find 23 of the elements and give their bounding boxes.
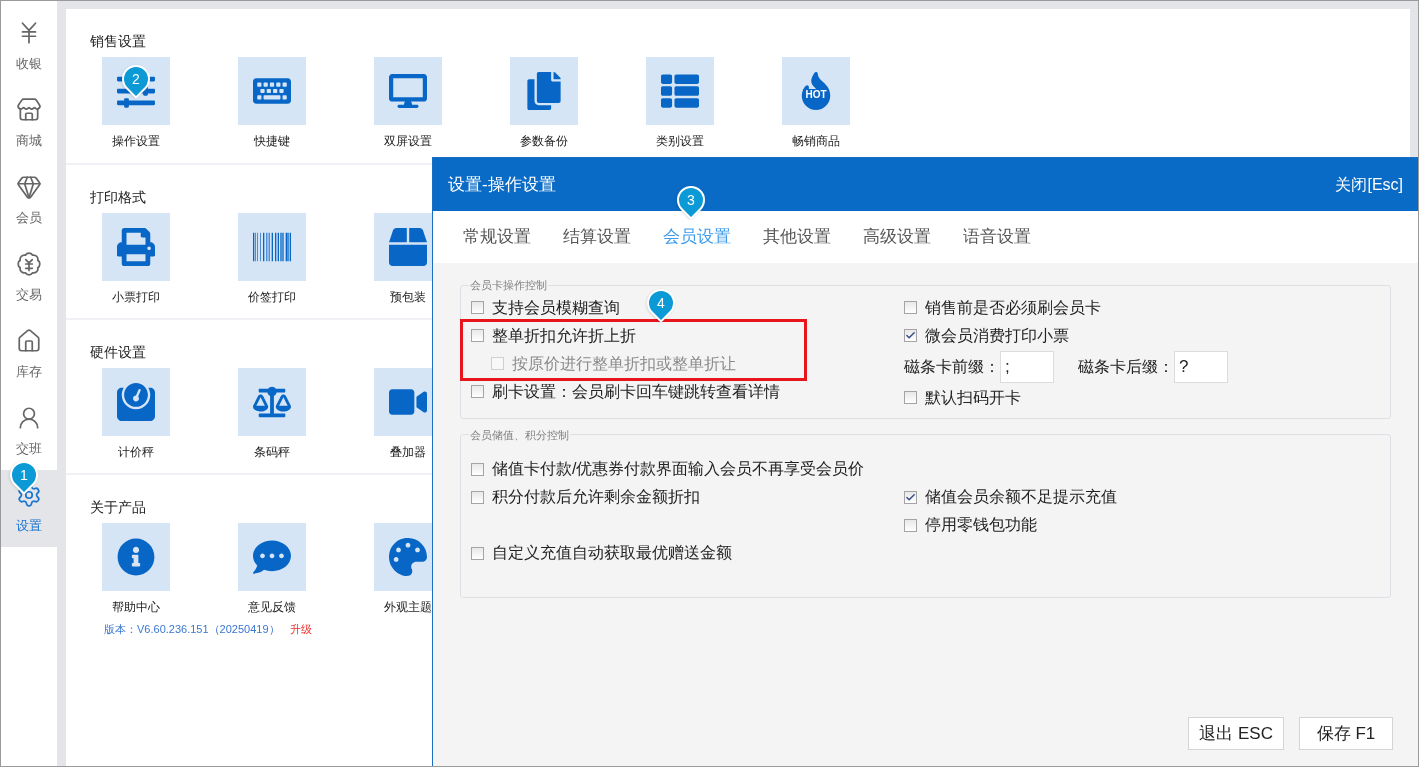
option-label: 积分付款后允许剩余金额折扣 [492,487,700,507]
section-title: 销售设置 [90,32,146,51]
hot-label: HOT [803,89,829,101]
option-label: 停用零钱包功能 [925,515,1037,535]
option-label: 支持会员模糊查询 [492,297,620,318]
option-label: 整单折扣允许折上折 [492,325,636,346]
option-label: 储值卡付款/优惠券付款界面输入会员不再享受会员价 [492,459,865,479]
option-label: 默认扫码开卡 [925,387,1021,408]
option-label: 销售前是否必须刷会员卡 [925,297,1101,318]
group-title: 会员储值、积分控制 [469,427,570,443]
section-title: 打印格式 [90,188,146,207]
option-label: 储值会员余额不足提示充值 [925,487,1117,507]
option-label: 微会员消费打印小票 [925,325,1069,346]
section-title: 硬件设置 [90,343,146,362]
option-label: 刷卡设置：会员刷卡回车键跳转查看详情 [492,381,780,402]
version-text: 版本：V6.60.236.151（20250419） [104,622,280,637]
group-title: 会员卡操作控制 [469,278,548,293]
option-label: 按原价进行整单折扣或整单折让 [512,353,736,374]
section-title: 关于产品 [90,498,146,517]
field-label: 磁条卡后缀： [1078,356,1174,377]
field-label: 磁条卡前缀： [904,356,1000,377]
option-label: 自定义充值自动获取最优赠送金额 [492,543,732,563]
dialog-title: 设置-操作设置 [448,173,556,196]
